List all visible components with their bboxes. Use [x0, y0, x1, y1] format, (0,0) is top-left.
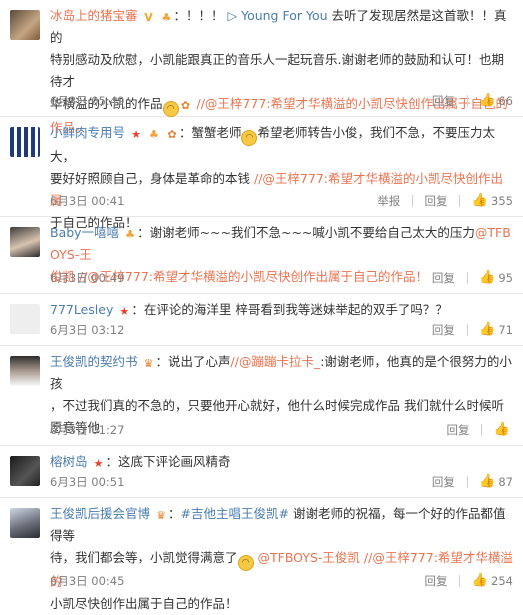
username[interactable]: 王俊凯后援会官博 — [50, 506, 150, 521]
like-icon[interactable]: 👍 — [472, 572, 488, 590]
comment-item: 王俊凯后援会官博 ♛ ：#吉他主唱王俊凯# 谢谢老师的祝福，每一个好的作品都值得等… — [0, 498, 523, 611]
comment-text: ：！！！ — [173, 8, 224, 23]
comment-item: 冰岛上的猪宝審 V ♣：！！！ ▷ Young For You 去听了发现居然是… — [0, 0, 523, 135]
comment-text: ：蟹蟹老师 — [178, 125, 242, 140]
like-count: 71 — [498, 323, 513, 337]
star-icon: ★ — [131, 128, 141, 141]
music-play-icon[interactable]: ▷ — [227, 8, 237, 23]
reply-button[interactable]: 回复 — [425, 192, 448, 210]
comment-text: 小凯尽快创作出属于自己的作品！ — [50, 596, 238, 611]
avatar[interactable] — [10, 508, 40, 538]
timestamp: 6月3日 00:41 — [50, 194, 125, 208]
timestamp: 6月3日 00:51 — [50, 475, 125, 489]
reply-button[interactable]: 回复 — [447, 421, 470, 439]
timestamp: 6月3日 00:49 — [50, 271, 125, 285]
comment-text: ： — [168, 506, 181, 521]
avatar[interactable] — [10, 304, 40, 334]
like-icon[interactable]: 👍 — [479, 321, 495, 339]
comment-item: 小鲜肉专用号 ★ ♣ ✿ ：蟹蟹老师 ◠ 希望老师转告小俊，我们不急，不要压力太大， … — [0, 117, 523, 230]
like-icon[interactable]: 👍 — [472, 192, 488, 210]
topic-link[interactable]: #吉他主唱王俊凯# — [181, 506, 289, 521]
like-count: 355 — [491, 194, 513, 208]
reply-button[interactable]: 回复 — [432, 321, 455, 339]
avatar[interactable] — [10, 456, 40, 486]
crown-icon: ♛ — [143, 357, 154, 370]
like-count: 87 — [498, 475, 513, 489]
cake-icon: ♣ — [149, 128, 159, 141]
cake-icon: ♣ — [125, 228, 135, 241]
divider — [459, 575, 461, 587]
timestamp: 6月3日 05:49 — [50, 94, 125, 108]
like-icon[interactable]: 👍 — [479, 92, 495, 110]
vip-icon[interactable]: V — [143, 12, 155, 24]
report-button[interactable]: 举报 — [377, 192, 400, 210]
comment-text: ，不过我们真的不急的，只要他开心就好，他什么时候完成作品 我们就什么时候听 — [50, 398, 504, 413]
divider — [481, 424, 483, 436]
comment-item: Baby一嘻嘻 ♣ ：谢谢老师~~~我们不急~~~喊小凯不要给自己太大的压力@TF… — [0, 217, 523, 294]
timestamp: 6月3日 01:27 — [50, 423, 125, 437]
badge-icon: ✿ — [167, 128, 177, 141]
avatar[interactable] — [10, 10, 40, 40]
avatar[interactable] — [10, 227, 40, 257]
crown-icon: ♛ — [156, 509, 166, 522]
divider — [459, 195, 461, 207]
comment-text: ：在评论的海洋里 梓哥看到我等迷妹举起的双手了吗？？ — [131, 302, 448, 317]
timestamp: 6月3日 03:12 — [50, 323, 125, 337]
comment-text: 待，我们都会等，小凯觉得满意了 — [50, 550, 238, 565]
smile-emoji-icon: ◠ — [241, 130, 258, 146]
username[interactable]: 榕树岛 — [50, 454, 88, 469]
like-icon[interactable]: 👍 — [494, 421, 510, 439]
divider — [466, 272, 468, 284]
timestamp: 6月3日 00:45 — [50, 574, 125, 588]
comment-text: ：谢谢老师~~~我们不急~~~喊小凯不要给自己太大的压力 — [137, 225, 475, 240]
smile-emoji-icon: ◠ — [237, 555, 254, 571]
mention-link[interactable]: @TFBOYS-王俊凯 — [258, 550, 360, 565]
star-icon: ★ — [119, 305, 130, 318]
like-count: 66 — [498, 94, 513, 108]
username[interactable]: Baby一嘻嘻 — [50, 225, 119, 240]
avatar[interactable] — [10, 127, 40, 157]
divider — [466, 476, 468, 488]
comment-text: ：这底下评论画风精奇 — [105, 454, 231, 469]
comment-text: ：说出了心声 — [155, 354, 231, 369]
comment-text: 特别感动及欣慰，小凯能跟真正的音乐人一起玩音乐.谢谢老师的鼓励和认可！也期待才 — [50, 52, 504, 89]
reply-button[interactable]: 回复 — [425, 572, 448, 590]
comment-item: 王俊凯的契约书 ♛ ：说出了心声//@蹦蹦卡拉卡_:谢谢老师，他真的是个很努力的小… — [0, 346, 523, 446]
comment-item: 榕树岛 ★ ：这底下评论画风精奇 6月3日 00:51 回复 👍 87 — [0, 446, 523, 498]
username[interactable]: 小鲜肉专用号 — [50, 125, 125, 140]
like-icon[interactable]: 👍 — [479, 473, 495, 491]
divider — [411, 195, 413, 207]
mention-link[interactable]: //@蹦蹦卡拉卡_ — [231, 354, 321, 369]
reply-button[interactable]: 回复 — [432, 269, 455, 287]
username[interactable]: 冰岛上的猪宝審 — [50, 8, 138, 23]
music-link[interactable]: Young For You — [241, 8, 327, 23]
like-count: 254 — [491, 574, 513, 588]
divider — [466, 324, 468, 336]
star-icon: ★ — [93, 457, 104, 470]
reply-button[interactable]: 回复 — [432, 473, 455, 491]
comment-text: 要好好照顾自己，身体是革命的本钱 — [50, 171, 251, 186]
reply-button[interactable]: 回复 — [432, 92, 455, 110]
comment-item: 777Lesley ★ ：在评论的海洋里 梓哥看到我等迷妹举起的双手了吗？？ 6月… — [0, 294, 523, 346]
cake-icon: ♣ — [161, 11, 172, 24]
avatar[interactable] — [10, 356, 40, 386]
username[interactable]: 777Lesley — [50, 302, 113, 317]
divider — [466, 95, 468, 107]
username[interactable]: 王俊凯的契约书 — [50, 354, 138, 369]
like-count: 95 — [498, 271, 513, 285]
like-icon[interactable]: 👍 — [479, 269, 495, 287]
